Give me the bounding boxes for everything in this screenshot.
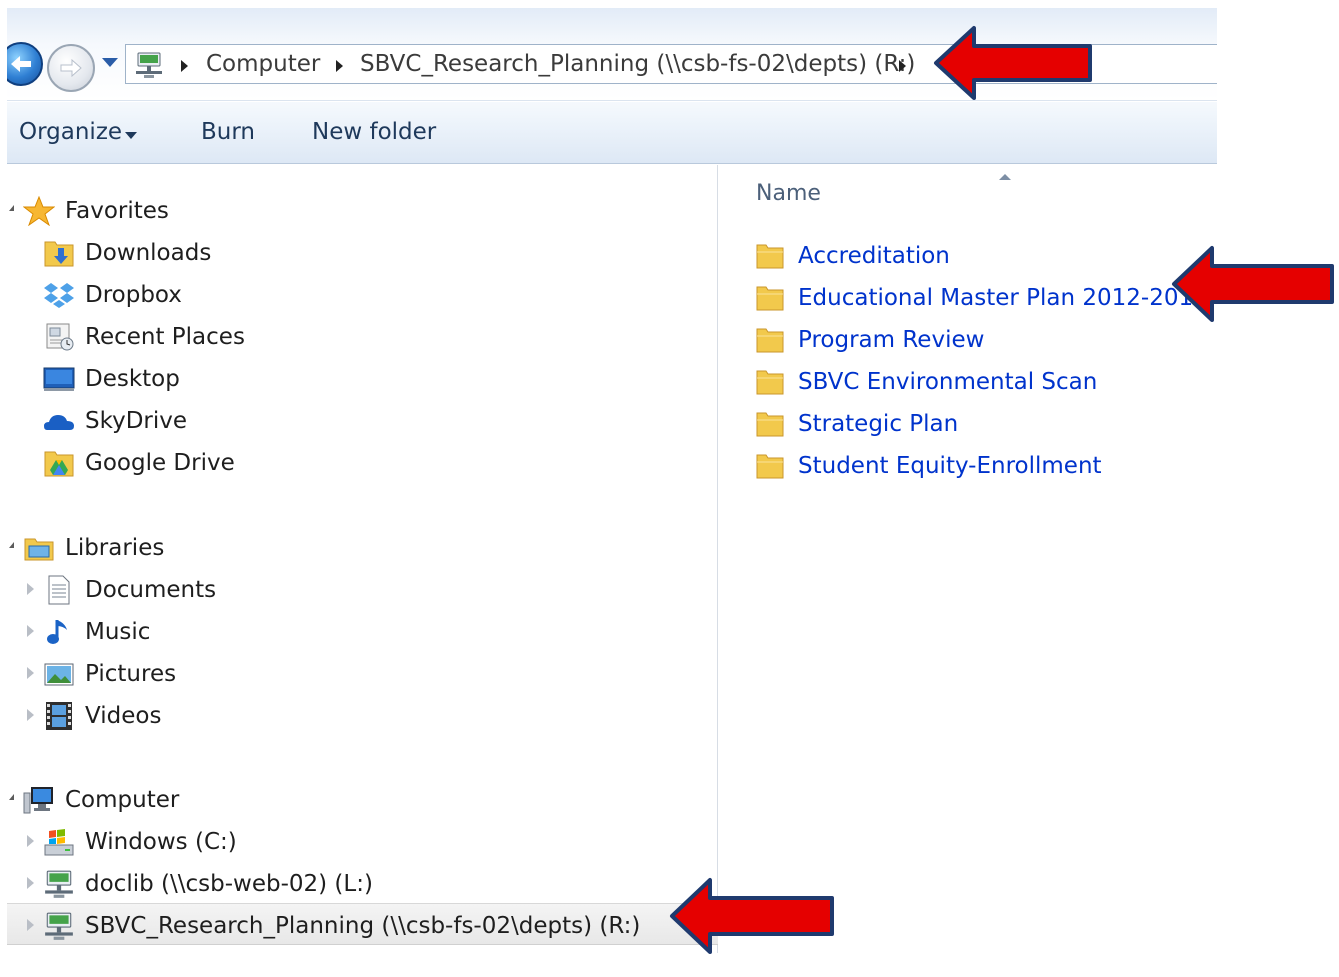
folder-icon — [756, 286, 784, 311]
command-toolbar: Organize Burn New folder — [7, 102, 1217, 164]
annotation-arrow-master-plan-folder — [1172, 246, 1334, 322]
expand-windows-drive-icon[interactable] — [27, 835, 34, 847]
google-drive-icon — [44, 451, 74, 477]
videos-icon — [46, 702, 72, 730]
windows-drive-icon — [44, 829, 74, 856]
recent-pages-dropdown[interactable] — [102, 58, 118, 67]
breadcrumb-current-drive[interactable]: SBVC_Research_Planning (\\csb-fs-02\dept… — [360, 45, 915, 83]
breadcrumb-separator[interactable] — [899, 60, 906, 72]
folder-icon — [756, 244, 784, 269]
libraries-icon — [24, 538, 54, 561]
back-button[interactable] — [7, 42, 43, 86]
music-icon — [47, 620, 67, 644]
expand-videos-icon[interactable] — [27, 709, 34, 721]
computer-icon — [23, 787, 53, 814]
annotation-arrow-address-bar — [934, 26, 1092, 100]
skydrive-icon — [44, 415, 74, 430]
navigation-pane: Favorites Downloads Dropbox Recent Place… — [7, 165, 718, 953]
documents-icon — [48, 575, 70, 605]
pictures-icon — [44, 663, 74, 686]
forward-arrow-icon — [60, 58, 82, 78]
breadcrumb-separator[interactable] — [336, 60, 343, 72]
network-drive-icon — [45, 870, 73, 898]
folder-icon — [756, 412, 784, 437]
expand-documents-icon[interactable] — [27, 583, 34, 595]
explorer-window: Computer SBVC_Research_Planning (\\csb-f… — [7, 8, 1217, 953]
forward-button[interactable] — [47, 44, 95, 92]
expand-music-icon[interactable] — [27, 625, 34, 637]
sort-ascending-icon — [999, 174, 1011, 180]
collapse-computer-icon[interactable] — [9, 794, 14, 800]
desktop-icon — [43, 367, 75, 391]
expand-doclib-drive-icon[interactable] — [27, 877, 34, 889]
expand-research-drive-icon[interactable] — [27, 919, 34, 931]
folder-icon — [756, 370, 784, 395]
star-icon — [23, 196, 55, 226]
back-arrow-icon — [11, 56, 31, 72]
breadcrumb-computer[interactable]: Computer — [206, 45, 320, 83]
new-folder-button[interactable]: New folder — [312, 102, 436, 164]
annotation-arrow-research-drive — [670, 878, 834, 954]
expand-pictures-icon[interactable] — [27, 667, 34, 679]
dropbox-icon — [44, 283, 74, 308]
burn-button[interactable]: Burn — [201, 102, 255, 164]
folder-icon — [756, 328, 784, 353]
collapse-favorites-icon[interactable] — [9, 205, 14, 211]
folder-icon — [756, 454, 784, 479]
file-list-pane: Name Accreditation Educational Master Pl… — [719, 165, 1217, 953]
chevron-down-icon — [125, 132, 137, 139]
network-drive-icon — [136, 52, 162, 78]
downloads-icon — [44, 241, 74, 267]
breadcrumb-separator[interactable] — [181, 60, 188, 72]
network-drive-icon — [45, 912, 73, 940]
collapse-libraries-icon[interactable] — [9, 542, 14, 548]
recent-places-icon — [46, 323, 74, 351]
column-header-name[interactable]: Name — [756, 181, 821, 206]
organize-button[interactable]: Organize — [19, 102, 122, 164]
